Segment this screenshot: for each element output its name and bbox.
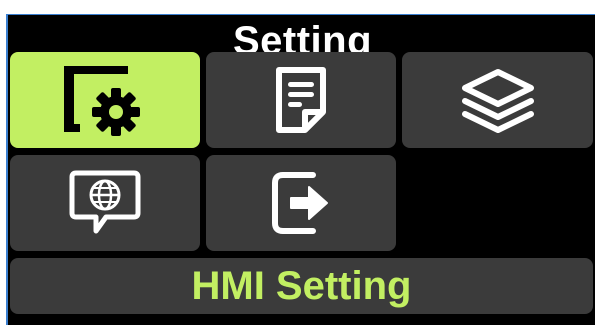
hmi-settings-icon xyxy=(64,66,140,136)
layers-icon xyxy=(461,69,534,133)
screen: Setting HMI Setting xyxy=(0,0,595,325)
status-bar: HMI Setting xyxy=(10,258,593,314)
language-globe-icon xyxy=(69,170,141,234)
document-icon xyxy=(276,67,326,133)
layers-button[interactable] xyxy=(402,52,593,148)
hmi-settings-button[interactable] xyxy=(10,52,200,148)
language-button[interactable] xyxy=(10,155,200,251)
selected-setting-label: HMI Setting xyxy=(191,264,412,308)
document-button[interactable] xyxy=(206,52,396,148)
exit-button[interactable] xyxy=(206,155,396,251)
exit-icon xyxy=(272,172,328,234)
